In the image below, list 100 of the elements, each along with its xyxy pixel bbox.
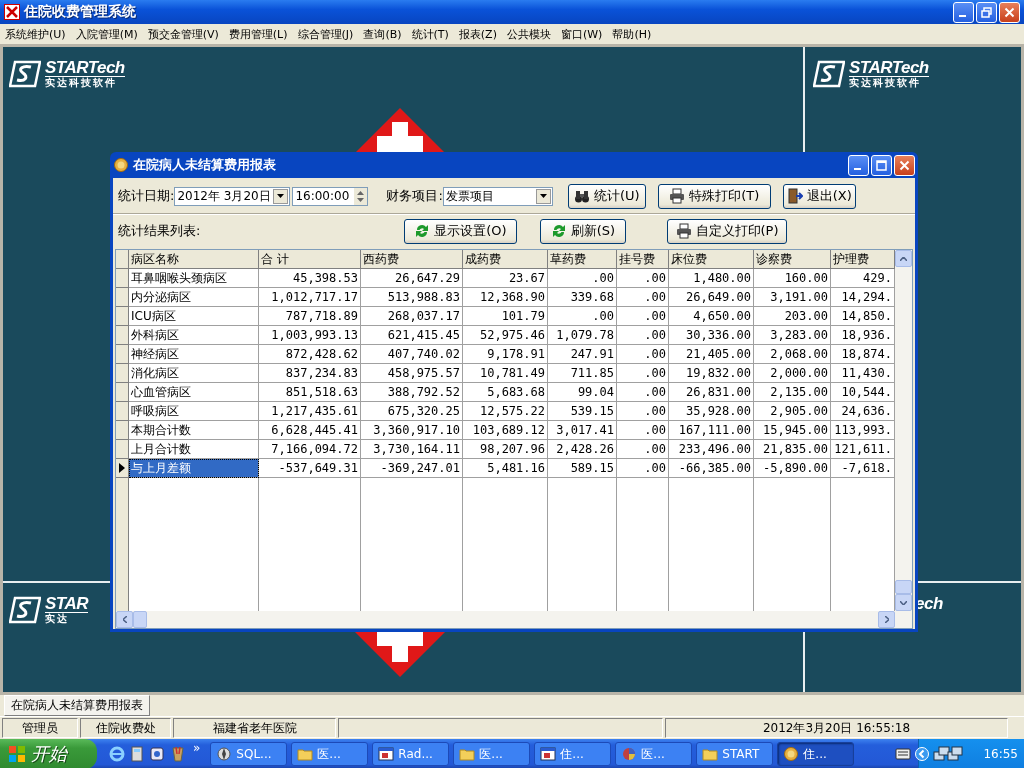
time-field[interactable]: 16:00:00	[292, 186, 369, 206]
table-cell: 26,647.29	[361, 269, 463, 288]
table-cell: 21,405.00	[669, 345, 754, 364]
status-text: 福建省老年医院	[173, 718, 336, 738]
table-cell: 与上月差额	[129, 459, 259, 478]
table-cell: 233,496.00	[669, 440, 754, 459]
table-cell: .00	[617, 459, 669, 478]
menu-item[interactable]: 窗口(W)	[555, 24, 608, 44]
toolbar-button[interactable]: 统计(U)	[567, 183, 646, 209]
menu-item[interactable]: 公共模块	[501, 24, 556, 44]
taskbar-button[interactable]: 医...	[453, 742, 531, 766]
table-cell: 1,012,717.17	[259, 288, 361, 307]
logo-tagline: 实达	[45, 612, 88, 624]
finance-item-dropdown[interactable]: 发票项目	[442, 186, 553, 206]
column-header[interactable]: 挂号费	[617, 250, 669, 269]
table-cell: 787,718.89	[259, 307, 361, 326]
menu-item[interactable]: 帮助(H)	[607, 24, 657, 44]
table-cell: 12,368.90	[463, 288, 548, 307]
menu-item[interactable]: 报表(Z)	[453, 24, 502, 44]
toolbar-button[interactable]: 显示设置(O)	[404, 218, 517, 244]
column-header[interactable]: 合 计	[259, 250, 361, 269]
toolbar-button[interactable]: 刷新(S)	[540, 218, 626, 244]
window-title: 住院收费管理系统	[24, 3, 137, 21]
table-cell: 458,975.57	[361, 364, 463, 383]
taskbar-button[interactable]: 住...	[534, 742, 612, 766]
table-cell: 388,792.52	[361, 383, 463, 402]
column-header[interactable]: 成药费	[463, 250, 548, 269]
taskbar-button[interactable]: START	[696, 742, 774, 766]
table-cell: 1,480.00	[669, 269, 754, 288]
table-cell: 711.85	[548, 364, 617, 383]
logo-tagline: 实达科技软件	[849, 76, 929, 88]
column-header[interactable]: 诊察费	[754, 250, 831, 269]
menu-item[interactable]: 费用管理(L)	[223, 24, 293, 44]
table-cell: 19,832.00	[669, 364, 754, 383]
table-cell: ICU病区	[129, 307, 259, 326]
table-cell: 101.79	[463, 307, 548, 326]
window-tab[interactable]: 在院病人未结算费用报表	[4, 695, 150, 716]
start-button[interactable]: 开始	[0, 739, 97, 768]
status-text: 管理员	[2, 718, 78, 738]
table-cell: 407,740.02	[361, 345, 463, 364]
table-cell: 30,336.00	[669, 326, 754, 345]
clock: 16:55	[983, 747, 1018, 761]
more-button[interactable]: »	[193, 741, 201, 755]
table-cell: 3,017.41	[548, 421, 617, 440]
table-cell: .00	[617, 288, 669, 307]
column-header[interactable]: 床位费	[669, 250, 754, 269]
menu-item[interactable]: 综合管理(J)	[292, 24, 359, 44]
table-cell: .00	[617, 326, 669, 345]
table-cell: .00	[617, 364, 669, 383]
table-cell: 2,135.00	[754, 383, 831, 402]
table-cell: 5,481.16	[463, 459, 548, 478]
menu-item[interactable]: 统计(T)	[406, 24, 454, 44]
menu-item[interactable]: 预交金管理(V)	[142, 24, 224, 44]
table-cell: .00	[617, 345, 669, 364]
taskbar-button[interactable]: 医...	[615, 742, 693, 766]
table-cell: 21,835.00	[754, 440, 831, 459]
table-cell: 45,398.53	[259, 269, 361, 288]
table-cell: 10,781.49	[463, 364, 548, 383]
toolbar-button[interactable]: 特殊打印(T)	[657, 183, 771, 209]
column-header[interactable]: 西药费	[361, 250, 463, 269]
table-cell: 35,928.00	[669, 402, 754, 421]
table-cell: -66,385.00	[669, 459, 754, 478]
table-cell: 15,945.00	[754, 421, 831, 440]
toolbar-button[interactable]: 自定义打印(P)	[667, 218, 787, 244]
column-header[interactable]: 草药费	[548, 250, 617, 269]
column-header[interactable]: 护理费	[831, 250, 895, 269]
menu-item[interactable]: 入院管理(M)	[70, 24, 143, 44]
table-cell: 98,207.96	[463, 440, 548, 459]
logo-text: STAR	[45, 595, 88, 612]
table-cell: 851,518.63	[259, 383, 361, 402]
table-cell: 3,360,917.10	[361, 421, 463, 440]
table-cell: .00	[548, 269, 617, 288]
menu-item[interactable]: 系统维护(U)	[0, 24, 71, 44]
table-cell: .00	[617, 269, 669, 288]
status-text: 2012年3月20日 16:55:18	[665, 718, 1008, 738]
taskbar-button[interactable]: 住...	[777, 742, 855, 766]
taskbar-button[interactable]: SQL...	[210, 742, 288, 766]
table-cell: 268,037.17	[361, 307, 463, 326]
table-cell: 外科病区	[129, 326, 259, 345]
taskbar-button[interactable]: 医...	[291, 742, 369, 766]
table-cell: 621,415.45	[361, 326, 463, 345]
table-cell: 2,000.00	[754, 364, 831, 383]
table-cell: 539.15	[548, 402, 617, 421]
table-cell: 26,831.00	[669, 383, 754, 402]
menu-item[interactable]: 查询(B)	[358, 24, 407, 44]
table-cell: 872,428.62	[259, 345, 361, 364]
table-cell: .00	[548, 307, 617, 326]
column-header[interactable]: 病区名称	[129, 250, 259, 269]
date-picker[interactable]: 2012年 3月20日	[174, 186, 291, 206]
table-cell: 513,988.83	[361, 288, 463, 307]
table-cell: .00	[617, 440, 669, 459]
table-cell: 103,689.12	[463, 421, 548, 440]
table-cell: 神经病区	[129, 345, 259, 364]
taskbar-button[interactable]: Rad...	[372, 742, 450, 766]
table-cell: 12,575.22	[463, 402, 548, 421]
table-cell: 203.00	[754, 307, 831, 326]
toolbar-button[interactable]: 退出(X)	[782, 183, 856, 209]
table-cell: 23.67	[463, 269, 548, 288]
logo-text: STARTech	[849, 59, 929, 76]
table-cell: 52,975.46	[463, 326, 548, 345]
